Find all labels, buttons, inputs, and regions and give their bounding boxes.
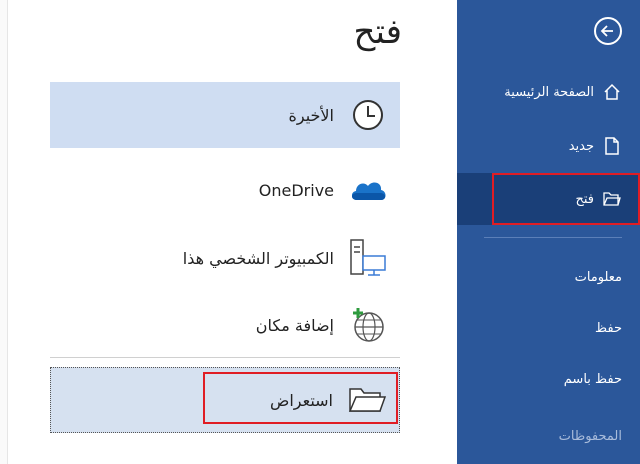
sidebar-item-history[interactable]: المحفوظات [457, 410, 640, 462]
location-label: إضافة مكان [255, 315, 334, 335]
back-arrow-icon [600, 25, 613, 37]
home-icon [602, 82, 622, 102]
back-button[interactable] [594, 17, 622, 45]
sidebar-item-save-as[interactable]: حفظ باسم [457, 353, 640, 405]
computer-icon [348, 238, 388, 278]
clock-icon [348, 95, 388, 135]
sidebar-item-label: حفظ [595, 320, 622, 336]
sidebar-item-label: المحفوظات [558, 428, 622, 444]
open-pane: فتح الأخيرة OneDrive الكمبيوتر الشخصي هذ… [0, 0, 457, 464]
cloud-icon [348, 170, 388, 210]
location-this-pc[interactable]: الكمبيوتر الشخصي هذا [50, 225, 400, 291]
backstage-sidebar: الصفحة الرئيسية جديد فتح معلومات حفظ حفظ… [457, 0, 640, 464]
add-place-globe-icon [348, 305, 388, 345]
location-recent[interactable]: الأخيرة [50, 82, 400, 148]
sidebar-item-new[interactable]: جديد [457, 120, 640, 172]
folder-icon [347, 380, 387, 420]
location-browse[interactable]: استعراض [50, 367, 400, 433]
sidebar-item-label: معلومات [574, 269, 622, 285]
sidebar-item-save[interactable]: حفظ [457, 302, 640, 354]
open-highlight-box [492, 173, 640, 225]
locations-divider [50, 357, 400, 358]
sidebar-item-label: جديد [568, 138, 594, 154]
sidebar-divider [484, 237, 622, 238]
location-label: استعراض [269, 390, 333, 410]
location-label: الأخيرة [288, 105, 335, 125]
new-document-icon [602, 136, 622, 156]
location-label: OneDrive [258, 180, 334, 200]
sidebar-item-home[interactable]: الصفحة الرئيسية [457, 66, 640, 118]
page-title: فتح [353, 12, 402, 52]
location-onedrive[interactable]: OneDrive [50, 157, 400, 223]
sidebar-item-open[interactable]: فتح [457, 173, 640, 225]
location-add-place[interactable]: إضافة مكان [50, 292, 400, 358]
location-label: الكمبيوتر الشخصي هذا [182, 248, 334, 268]
sidebar-item-info[interactable]: معلومات [457, 251, 640, 303]
sidebar-item-label: الصفحة الرئيسية [504, 84, 594, 100]
sidebar-item-label: حفظ باسم [563, 371, 622, 387]
